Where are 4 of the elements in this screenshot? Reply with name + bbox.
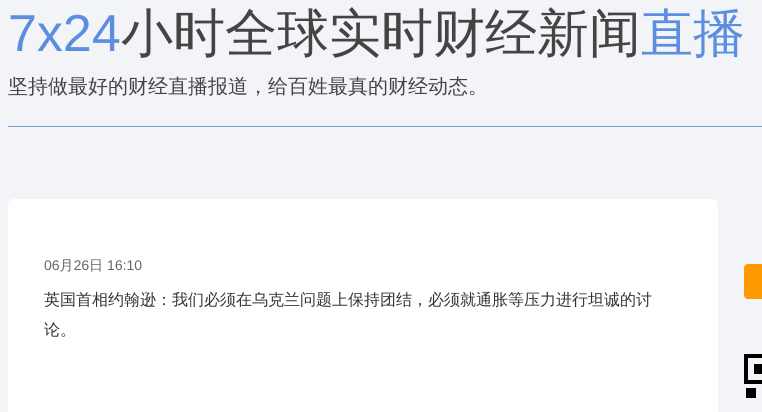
subtitle: 坚持做最好的财经直播报道，给百姓最真的财经动态。 <box>8 75 488 100</box>
page-title: 7x24小时全球实时财经新闻直播 <box>8 4 745 65</box>
news-text: 英国首相约翰逊：我们必须在乌克兰问题上保持团结，必须就通胀等压力进行坦诚的讨论。 <box>44 290 653 341</box>
news-time: 06月26日 16:10 <box>44 256 142 275</box>
